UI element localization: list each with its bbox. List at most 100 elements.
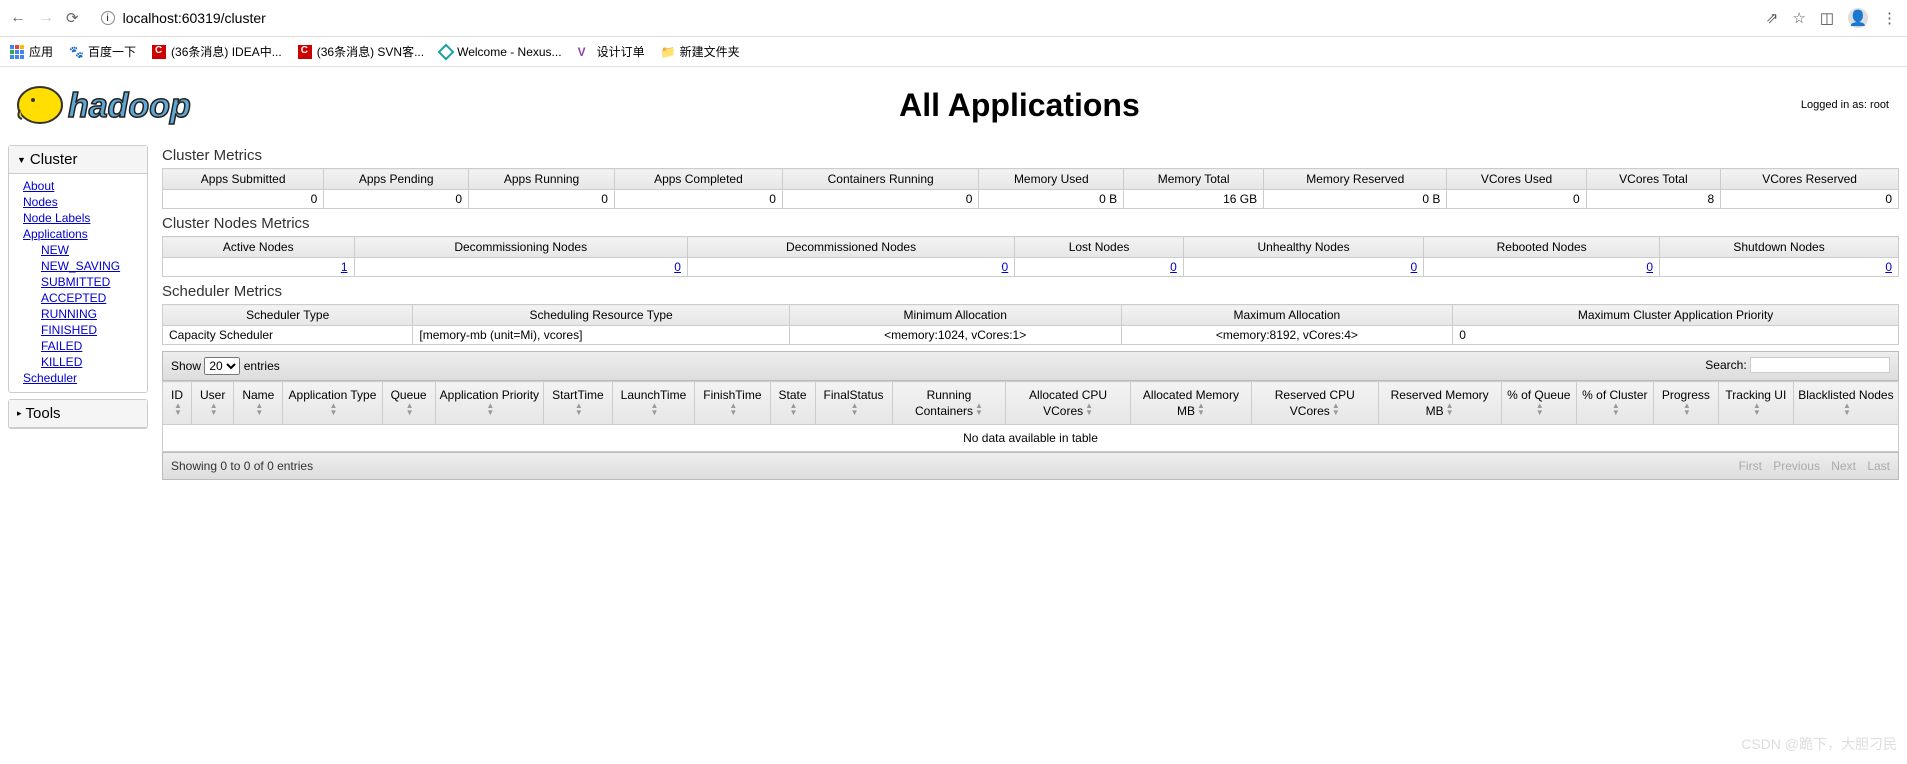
sidebar-link-accepted[interactable]: ACCEPTED [41, 290, 141, 306]
metric-link[interactable]: 1 [341, 260, 348, 274]
column-header[interactable]: Allocated CPU VCores▲▼ [1006, 382, 1130, 425]
back-button[interactable]: ← [10, 9, 26, 27]
apps-button[interactable]: 应用 [10, 43, 53, 60]
sidebar-link-submitted[interactable]: SUBMITTED [41, 274, 141, 290]
column-header[interactable]: LaunchTime▲▼ [612, 382, 695, 425]
metric-header: Maximum Cluster Application Priority [1453, 305, 1899, 326]
sidebar-cluster-header[interactable]: ▼Cluster [9, 146, 147, 174]
sort-icon: ▲▼ [651, 402, 659, 416]
sort-icon: ▲▼ [851, 402, 859, 416]
metric-value: 0 [782, 190, 979, 209]
column-header[interactable]: Application Type▲▼ [283, 382, 382, 425]
sidebar-link-node-labels[interactable]: Node Labels [23, 210, 141, 226]
metric-value: 0 B [979, 190, 1124, 209]
metric-value: 0 B [1264, 190, 1447, 209]
search-label: Search: [1705, 358, 1746, 372]
pager-first[interactable]: First [1739, 459, 1762, 473]
bookmark-item[interactable]: 🐾百度一下 [69, 43, 136, 60]
pager-last[interactable]: Last [1867, 459, 1890, 473]
bookmark-label: 设计订单 [597, 43, 645, 60]
sidebar-link-new[interactable]: NEW [41, 242, 141, 258]
column-header[interactable]: ID▲▼ [163, 382, 192, 425]
bookmark-item[interactable]: C(36条消息) IDEA中... [152, 43, 282, 60]
metric-link[interactable]: 0 [674, 260, 681, 274]
metric-link[interactable]: 0 [1170, 260, 1177, 274]
url-input[interactable] [123, 10, 423, 26]
sidebar-tools-header[interactable]: ▸Tools [9, 400, 147, 428]
column-header[interactable]: Reserved CPU VCores▲▼ [1252, 382, 1378, 425]
column-header[interactable]: Queue▲▼ [382, 382, 435, 425]
bookmark-label: (36条消息) SVN客... [317, 43, 424, 60]
pager-next[interactable]: Next [1831, 459, 1856, 473]
applications-table: ID▲▼User▲▼Name▲▼Application Type▲▼Queue▲… [162, 381, 1899, 452]
sort-icon: ▲▼ [210, 402, 218, 416]
column-header[interactable]: Name▲▼ [234, 382, 283, 425]
bookmark-item[interactable]: V设计订单 [578, 43, 645, 60]
column-header[interactable]: Reserved Memory MB▲▼ [1378, 382, 1501, 425]
sidebar-link-new-saving[interactable]: NEW_SAVING [41, 258, 141, 274]
sidebar-link-nodes[interactable]: Nodes [23, 194, 141, 210]
bookmark-item[interactable]: 📁新建文件夹 [661, 43, 740, 60]
metric-link[interactable]: 0 [1646, 260, 1653, 274]
sidebar-link-killed[interactable]: KILLED [41, 354, 141, 370]
metric-value: 0 [163, 190, 324, 209]
column-header[interactable]: % of Cluster▲▼ [1576, 382, 1653, 425]
page-title: All Applications [248, 87, 1791, 124]
column-header[interactable]: User▲▼ [192, 382, 234, 425]
menu-icon[interactable]: ⋮ [1882, 9, 1897, 27]
sidebar-link-failed[interactable]: FAILED [41, 338, 141, 354]
sort-icon: ▲▼ [1536, 402, 1544, 416]
bookmark-label: Welcome - Nexus... [457, 45, 561, 59]
metric-value: [memory-mb (unit=Mi), vcores] [413, 326, 790, 345]
share-icon[interactable]: ⇗ [1766, 9, 1779, 27]
forward-button[interactable]: → [38, 9, 54, 27]
datatable-controls: Show 20 entries Search: [162, 351, 1899, 381]
pager-prev[interactable]: Previous [1773, 459, 1820, 473]
entries-select[interactable]: 20 [204, 357, 240, 375]
pager: First Previous Next Last [1731, 459, 1890, 473]
column-header[interactable]: FinishTime▲▼ [695, 382, 770, 425]
metric-link[interactable]: 0 [1885, 260, 1892, 274]
sidebar-link-scheduler[interactable]: Scheduler [23, 370, 141, 386]
column-header[interactable]: State▲▼ [770, 382, 815, 425]
sidebar-link-about[interactable]: About [23, 178, 141, 194]
panel-icon[interactable]: ◫ [1820, 9, 1834, 27]
metric-value: 0 [1721, 190, 1899, 209]
sidebar-link-finished[interactable]: FINISHED [41, 322, 141, 338]
column-header[interactable]: Blacklisted Nodes▲▼ [1793, 382, 1898, 425]
column-header[interactable]: Allocated Memory MB▲▼ [1130, 382, 1251, 425]
bookmark-item[interactable]: Welcome - Nexus... [440, 45, 561, 59]
metric-link[interactable]: 0 [1411, 260, 1418, 274]
bookmark-item[interactable]: C(36条消息) SVN客... [298, 43, 424, 60]
metric-value: <memory:8192, vCores:4> [1121, 326, 1453, 345]
sidebar-link-running[interactable]: RUNNING [41, 306, 141, 322]
url-bar[interactable]: i [91, 6, 1754, 30]
column-header[interactable]: Application Priority▲▼ [435, 382, 544, 425]
sort-icon: ▲▼ [1683, 402, 1691, 416]
column-header[interactable]: Progress▲▼ [1653, 382, 1718, 425]
cluster-metrics-table: Apps SubmittedApps PendingApps RunningAp… [162, 168, 1899, 209]
column-header[interactable]: Tracking UI▲▼ [1718, 382, 1793, 425]
caret-down-icon: ▼ [17, 155, 26, 165]
bookmark-star-icon[interactable]: ☆ [1792, 9, 1805, 27]
search-input[interactable] [1750, 357, 1890, 373]
profile-avatar-icon[interactable]: 👤 [1848, 8, 1868, 28]
table-info: Showing 0 to 0 of 0 entries [171, 459, 313, 473]
apps-label: 应用 [29, 43, 53, 60]
metric-header: VCores Reserved [1721, 169, 1899, 190]
show-label: Show [171, 359, 201, 373]
sort-icon: ▲▼ [575, 402, 583, 416]
metric-value: 0 [687, 258, 1014, 277]
column-header[interactable]: FinalStatus▲▼ [815, 382, 892, 425]
reload-button[interactable]: ⟳ [66, 9, 79, 27]
metric-header: Apps Submitted [163, 169, 324, 190]
sort-icon: ▲▼ [406, 402, 414, 416]
column-header[interactable]: Running Containers▲▼ [892, 382, 1006, 425]
sidebar-link-applications[interactable]: Applications [23, 226, 141, 242]
metric-header: Scheduling Resource Type [413, 305, 790, 326]
info-icon[interactable]: i [101, 11, 115, 25]
column-header[interactable]: StartTime▲▼ [544, 382, 613, 425]
metric-link[interactable]: 0 [1002, 260, 1009, 274]
metric-header: Apps Completed [614, 169, 782, 190]
column-header[interactable]: % of Queue▲▼ [1501, 382, 1576, 425]
